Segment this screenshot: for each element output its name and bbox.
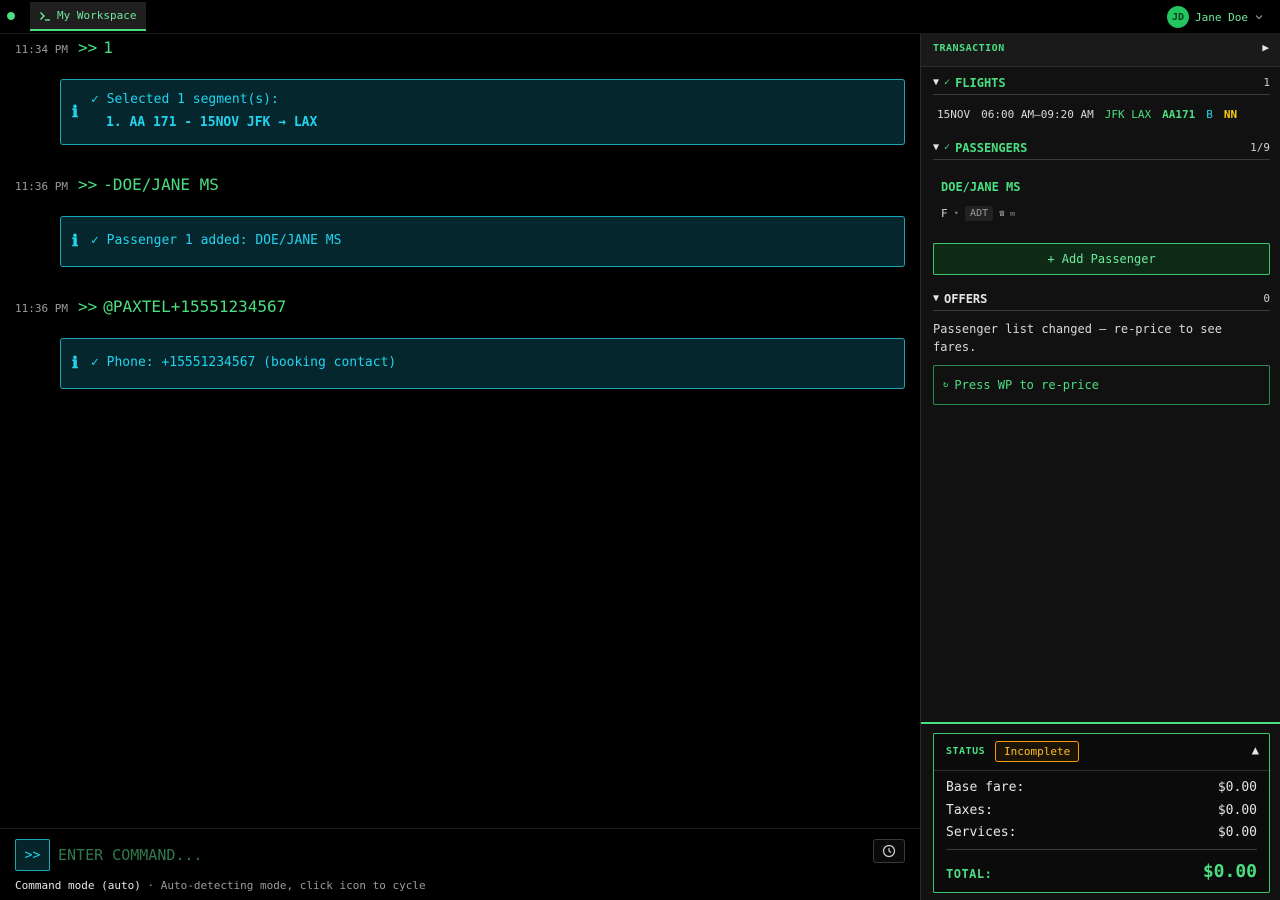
fare-label: Base fare: (946, 780, 1025, 795)
clock-icon (882, 844, 896, 858)
reprice-label: Press WP to re-price (954, 378, 1099, 392)
fare-label: Services: (946, 825, 1017, 840)
history-button[interactable] (873, 839, 905, 863)
passenger-details: F • ADT ☎ ✉ (941, 206, 1015, 221)
fare-value: $0.00 (1217, 825, 1257, 840)
flight-time: 06:00 AM–09:20 AM (981, 108, 1094, 121)
panel-header: TRANSACTION ▶ (921, 34, 1280, 67)
section-toggle-icon: ▼ (933, 293, 940, 304)
command-bar: >> Command mode (auto) · Auto-detecting … (0, 828, 920, 900)
total-label: TOTAL: (946, 867, 993, 881)
command-input[interactable] (56, 839, 856, 871)
entry-command: >> @PAXTEL+15551234567 (78, 297, 286, 316)
command-text: -DOE/JANE MS (103, 175, 219, 194)
message-line: 1. AA 171 - 15NOV JFK → LAX (106, 115, 318, 130)
info-message: ℹ ✓ Phone: +15551234567 (booking contact… (60, 338, 905, 389)
fare-line-taxes: Taxes: $0.00 (946, 803, 1257, 818)
info-icon: ℹ (72, 231, 79, 250)
console-output: 11:34 PM >> 1 ℹ ✓ Selected 1 segment(s): … (0, 34, 920, 828)
section-count: 0 (1263, 292, 1270, 305)
fare-label: Taxes: (946, 803, 993, 818)
flight-route: JFK LAX (1104, 108, 1152, 121)
entry-timestamp: 11:36 PM (15, 302, 68, 315)
add-passenger-button[interactable]: + Add Passenger (933, 243, 1270, 275)
info-icon: ℹ (72, 102, 79, 121)
section-toggle-icon: ▼ (933, 77, 940, 88)
entry-timestamp: 11:36 PM (15, 180, 68, 193)
user-menu[interactable]: JD Jane Doe (1167, 5, 1264, 29)
total-value: $0.00 (1202, 861, 1257, 882)
mode-hint: · Auto-detecting mode, click icon to cyc… (147, 879, 426, 892)
section-count: 1/9 (1250, 141, 1270, 154)
collapse-status-icon[interactable]: ▲ (1252, 743, 1259, 757)
phone-email-icon: ☎ ✉ (999, 208, 1016, 219)
entry-command: >> -DOE/JANE MS (78, 175, 219, 194)
message-line: ✓ Phone: +15551234567 (booking contact) (91, 355, 397, 370)
status-card: STATUS Incomplete ▲ Base fare: $0.00 Tax… (933, 733, 1270, 893)
connection-status-dot (7, 12, 15, 20)
flight-segment-row[interactable]: 15NOV 06:00 AM–09:20 AM JFK LAX AA171 B … (937, 108, 1237, 121)
separator-dot: • (953, 208, 960, 219)
command-text: @PAXTEL+15551234567 (103, 297, 287, 316)
console-entry: 11:36 PM >> -DOE/JANE MS (15, 175, 219, 194)
offers-message: Passenger list changed — re-price to see… (933, 322, 1222, 354)
fare-line-services: Services: $0.00 (946, 825, 1257, 840)
prompt-symbol: >> (78, 38, 98, 57)
section-label: PASSENGERS (955, 140, 1028, 155)
user-name: Jane Doe (1195, 10, 1248, 24)
top-bar: My Workspace JD Jane Doe (0, 0, 1280, 34)
message-line: ✓ Passenger 1 added: DOE/JANE MS (91, 233, 342, 248)
panel-title: TRANSACTION (933, 43, 1005, 54)
passenger-gender: F (941, 207, 948, 220)
section-count: 1 (1263, 76, 1270, 89)
segment-status: NN (1223, 108, 1238, 121)
info-message: ℹ ✓ Selected 1 segment(s): 1. AA 171 - 1… (60, 79, 905, 145)
prompt-symbol: >> (78, 175, 98, 194)
section-label: OFFERS (944, 291, 988, 306)
prompt-symbol: >> (78, 297, 98, 316)
info-message: ℹ ✓ Passenger 1 added: DOE/JANE MS (60, 216, 905, 267)
section-toggle-icon: ▼ (933, 142, 940, 153)
total-divider (946, 849, 1257, 850)
console-entry: 11:34 PM >> 1 (15, 38, 113, 57)
message-line: ✓ Selected 1 segment(s): (91, 92, 279, 107)
flights-section-header[interactable]: ▼ ✓ FLIGHTS 1 (933, 71, 1270, 95)
mode-cycle-button[interactable]: >> (15, 839, 50, 871)
check-icon: ✓ (944, 142, 951, 153)
entry-command: >> 1 (78, 38, 113, 57)
fare-line-base: Base fare: $0.00 (946, 780, 1257, 795)
status-label: STATUS (946, 746, 986, 757)
refresh-icon: ↻ (943, 380, 949, 390)
command-text: 1 (103, 38, 113, 57)
collapse-panel-icon[interactable]: ▶ (1262, 41, 1269, 54)
transaction-panel: TRANSACTION ▶ ▼ ✓ FLIGHTS 1 15NOV 06:00 … (920, 34, 1280, 900)
mode-name: Command mode (auto) (15, 879, 141, 892)
flight-number: AA171 (1162, 108, 1196, 121)
info-icon: ℹ (72, 353, 79, 372)
status-section: STATUS Incomplete ▲ Base fare: $0.00 Tax… (921, 722, 1280, 900)
status-header: STATUS Incomplete ▲ (934, 734, 1269, 771)
status-badge: Incomplete (995, 741, 1080, 762)
offers-section-header[interactable]: ▼ OFFERS 0 (933, 287, 1270, 311)
passenger-type-badge: ADT (965, 206, 994, 221)
check-icon: ✓ (944, 77, 951, 88)
tab-my-workspace[interactable]: My Workspace (30, 2, 146, 31)
entry-timestamp: 11:34 PM (15, 43, 68, 56)
booking-class: B (1206, 108, 1213, 121)
terminal-icon (40, 11, 50, 21)
avatar: JD (1167, 6, 1190, 28)
fare-value: $0.00 (1217, 803, 1257, 818)
section-label: FLIGHTS (955, 75, 1006, 90)
console-entry: 11:36 PM >> @PAXTEL+15551234567 (15, 297, 286, 316)
tab-label: My Workspace (57, 9, 137, 22)
flight-date: 15NOV (937, 108, 971, 121)
passengers-section-header[interactable]: ▼ ✓ PASSENGERS 1/9 (933, 136, 1270, 160)
chevron-down-icon (1255, 15, 1263, 20)
mode-status: Command mode (auto) · Auto-detecting mod… (15, 879, 426, 892)
passenger-name[interactable]: DOE/JANE MS (941, 180, 1020, 194)
fare-value: $0.00 (1217, 780, 1257, 795)
reprice-button[interactable]: ↻ Press WP to re-price (933, 365, 1270, 405)
